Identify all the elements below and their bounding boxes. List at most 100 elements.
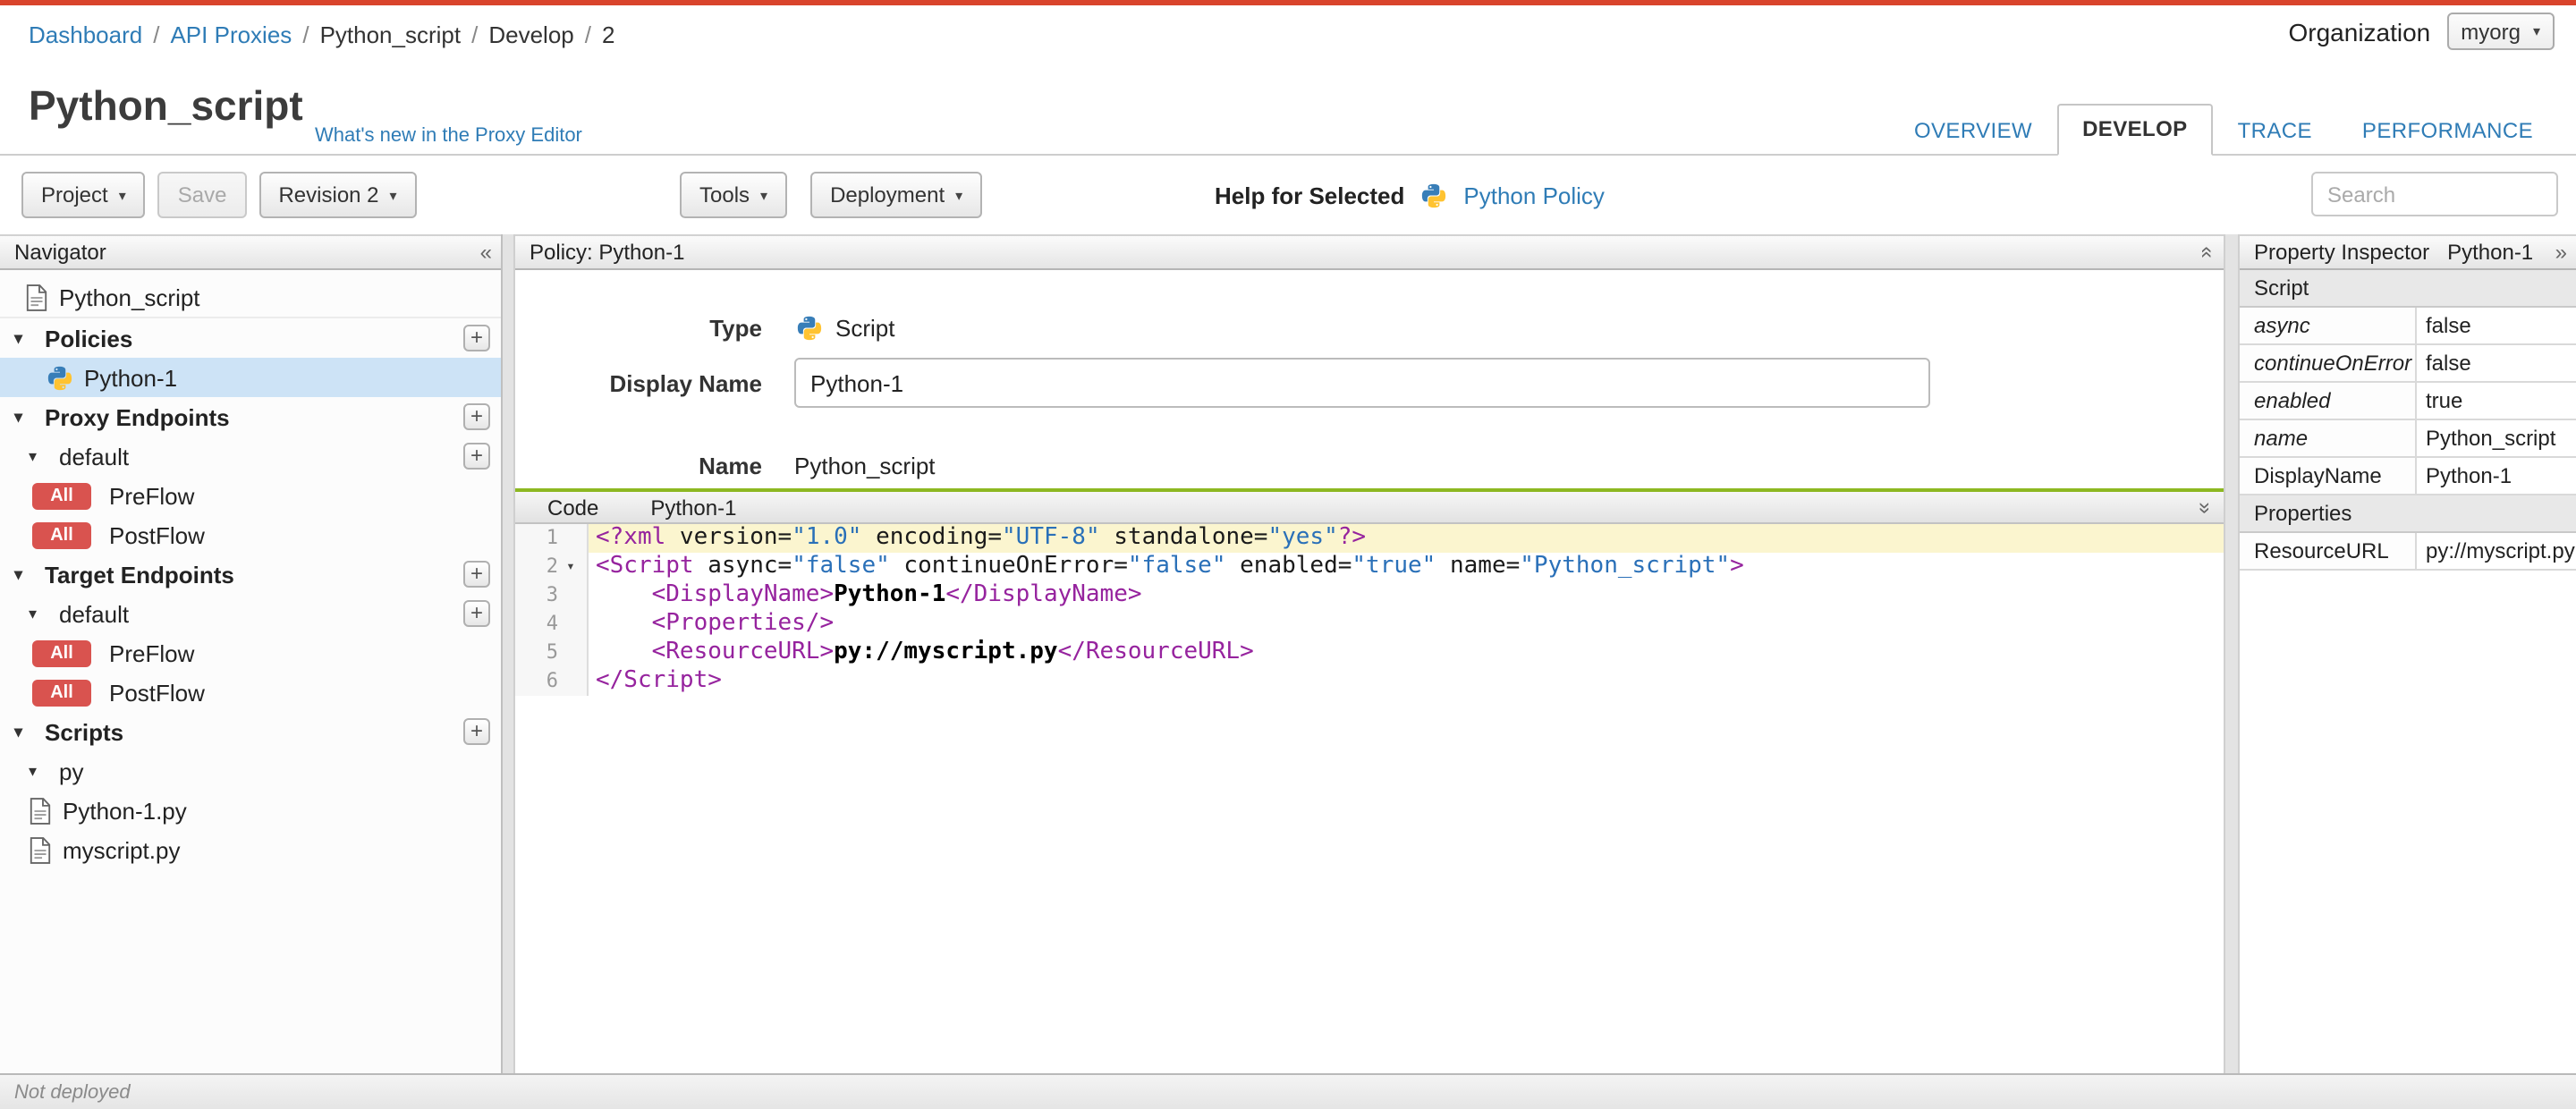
breadcrumb-item-2: 2: [602, 21, 615, 48]
toolbar: Project ▾ Save Revision 2 ▾ Tools ▾ Depl…: [0, 156, 2576, 234]
display-name-input[interactable]: [794, 358, 1930, 408]
top-bar: Dashboard / API Proxies / Python_script / Deve…: [0, 5, 2576, 68]
add-button[interactable]: +: [463, 325, 490, 351]
status-bar: Not deployed: [0, 1073, 2576, 1109]
breadcrumb-item-python-script: Python_script: [319, 21, 462, 48]
name-row: Name Python_script: [515, 451, 2224, 479]
display-name-row: Display Name: [515, 358, 2224, 408]
add-button[interactable]: +: [463, 443, 490, 470]
code-line-text: <Script async="false" continueOnError="f…: [596, 553, 1744, 580]
property-value: true: [2426, 388, 2463, 413]
property-row-async: async false: [2240, 308, 2576, 345]
nav-flow-postflow[interactable]: All PostFlow: [0, 515, 501, 554]
add-button[interactable]: +: [463, 718, 490, 745]
property-value: Python-1: [2426, 463, 2512, 488]
nav-section-proxy-endpoints[interactable]: ▾ Proxy Endpoints +: [0, 397, 501, 436]
code-line-2[interactable]: 2 ▾ <Script async="false" continueOnError=…: [515, 553, 2224, 581]
tools-menu-button[interactable]: Tools ▾: [680, 172, 788, 218]
nav-policy-python-1[interactable]: Python-1: [0, 358, 501, 397]
tab-performance[interactable]: PERFORMANCE: [2337, 106, 2558, 156]
navigator-pane: Navigator « Python_script ▾ Policies + Pytho…: [0, 234, 503, 1073]
python-policy-link[interactable]: Python Policy: [1463, 182, 1605, 208]
add-button[interactable]: +: [463, 600, 490, 627]
deployment-menu-label: Deployment: [830, 182, 945, 207]
python-icon: [47, 364, 73, 391]
organization-select[interactable]: myorg ▾: [2446, 13, 2555, 50]
save-button[interactable]: Save: [157, 172, 247, 218]
revision-menu-label: Revision 2: [278, 182, 379, 207]
property-row-name: name Python_script: [2240, 420, 2576, 458]
property-table: Script async false continueOnError false enab…: [2240, 270, 2576, 571]
collapse-up-icon[interactable]: «: [2196, 246, 2221, 258]
save-button-label: Save: [177, 182, 227, 207]
property-row-enabled: enabled true: [2240, 383, 2576, 420]
line-number: 2: [546, 554, 558, 578]
deployment-menu-button[interactable]: Deployment ▾: [810, 172, 983, 218]
code-line-4[interactable]: 4 <Properties/>: [515, 610, 2224, 639]
flow-all-badge: All: [32, 639, 91, 666]
property-section-properties: Properties: [2240, 495, 2576, 533]
display-name-label: Display Name: [609, 369, 762, 396]
nav-sub-default[interactable]: ▾ default +: [0, 594, 501, 633]
caret-down-icon[interactable]: ▾: [29, 761, 48, 781]
line-number-gutter: 6: [515, 667, 589, 696]
property-name: name: [2240, 420, 2417, 456]
property-name: async: [2240, 308, 2417, 343]
caret-down-icon[interactable]: ▾: [14, 328, 34, 348]
nav-section-policies[interactable]: ▾ Policies +: [0, 318, 501, 358]
help-for-selected-area: Help for Selected Python Policy: [1215, 179, 1605, 211]
breadcrumb-item-dashboard[interactable]: Dashboard: [29, 21, 142, 48]
organization-label: Organization: [2288, 17, 2431, 46]
nav-item-label: PostFlow: [109, 679, 205, 706]
navigator-header: Navigator «: [0, 234, 501, 270]
caret-down-icon[interactable]: ▾: [14, 722, 34, 741]
nav-sub-py[interactable]: ▾ py: [0, 751, 501, 791]
property-name: continueOnError: [2240, 345, 2417, 381]
property-row-displayname: DisplayName Python-1: [2240, 458, 2576, 495]
collapse-right-icon[interactable]: »: [2555, 241, 2567, 263]
add-button[interactable]: +: [463, 561, 490, 588]
line-number: 3: [546, 583, 558, 606]
main-area: Navigator « Python_script ▾ Policies + Pytho…: [0, 234, 2576, 1073]
caret-down-icon[interactable]: ▾: [14, 564, 34, 584]
code-line-3[interactable]: 3 <DisplayName>Python-1</DisplayName>: [515, 581, 2224, 610]
caret-down-icon[interactable]: ▾: [29, 446, 48, 466]
code-line-5[interactable]: 5 <ResourceURL>py://myscript.py</Resourc…: [515, 639, 2224, 667]
nav-file-python-1-py[interactable]: Python-1.py: [0, 791, 501, 830]
nav-section-target-endpoints[interactable]: ▾ Target Endpoints +: [0, 554, 501, 594]
line-number: 1: [546, 526, 558, 549]
nav-root-python-script[interactable]: Python_script: [0, 277, 501, 318]
policy-header: Policy: Python-1 «: [515, 234, 2224, 270]
breadcrumb-item-api-proxies[interactable]: API Proxies: [170, 21, 292, 48]
nav-section-scripts[interactable]: ▾ Scripts +: [0, 712, 501, 751]
organization-value: myorg: [2461, 19, 2521, 44]
type-value: Script: [835, 314, 895, 341]
revision-menu-button[interactable]: Revision 2 ▾: [258, 172, 417, 218]
caret-down-icon[interactable]: ▾: [14, 407, 34, 427]
flow-all-badge: All: [32, 679, 91, 706]
code-line-1[interactable]: 1 <?xml version="1.0" encoding="UTF-8" st…: [515, 524, 2224, 553]
caret-down-icon[interactable]: ▾: [29, 604, 48, 623]
chevron-down-icon: ▾: [118, 187, 126, 203]
code-editor[interactable]: 1 <?xml version="1.0" encoding="UTF-8" st…: [515, 524, 2224, 1073]
nav-file-myscript-py[interactable]: myscript.py: [0, 830, 501, 869]
tab-trace[interactable]: TRACE: [2213, 106, 2337, 156]
tab-develop[interactable]: DEVELOP: [2057, 104, 2213, 156]
property-section-script: Script: [2240, 270, 2576, 308]
collapse-left-icon[interactable]: «: [480, 241, 492, 263]
collapse-down-icon[interactable]: «: [2190, 501, 2216, 512]
fold-marker-icon[interactable]: ▾: [558, 553, 583, 581]
nav-item-label: Scripts: [45, 718, 124, 745]
tab-overview[interactable]: OVERVIEW: [1889, 106, 2057, 156]
code-line-6[interactable]: 6 </Script>: [515, 667, 2224, 696]
nav-sub-default[interactable]: ▾ default +: [0, 436, 501, 476]
project-menu-button[interactable]: Project ▾: [21, 172, 146, 218]
nav-flow-postflow[interactable]: All PostFlow: [0, 673, 501, 712]
nav-flow-preflow[interactable]: All PreFlow: [0, 633, 501, 673]
add-button[interactable]: +: [463, 403, 490, 430]
code-line-text: <?xml version="1.0" encoding="UTF-8" sta…: [589, 524, 2224, 553]
whats-new-link[interactable]: What's new in the Proxy Editor: [315, 125, 582, 147]
line-number-gutter: 4: [515, 610, 589, 639]
search-input[interactable]: [2311, 172, 2558, 216]
nav-flow-preflow[interactable]: All PreFlow: [0, 476, 501, 515]
